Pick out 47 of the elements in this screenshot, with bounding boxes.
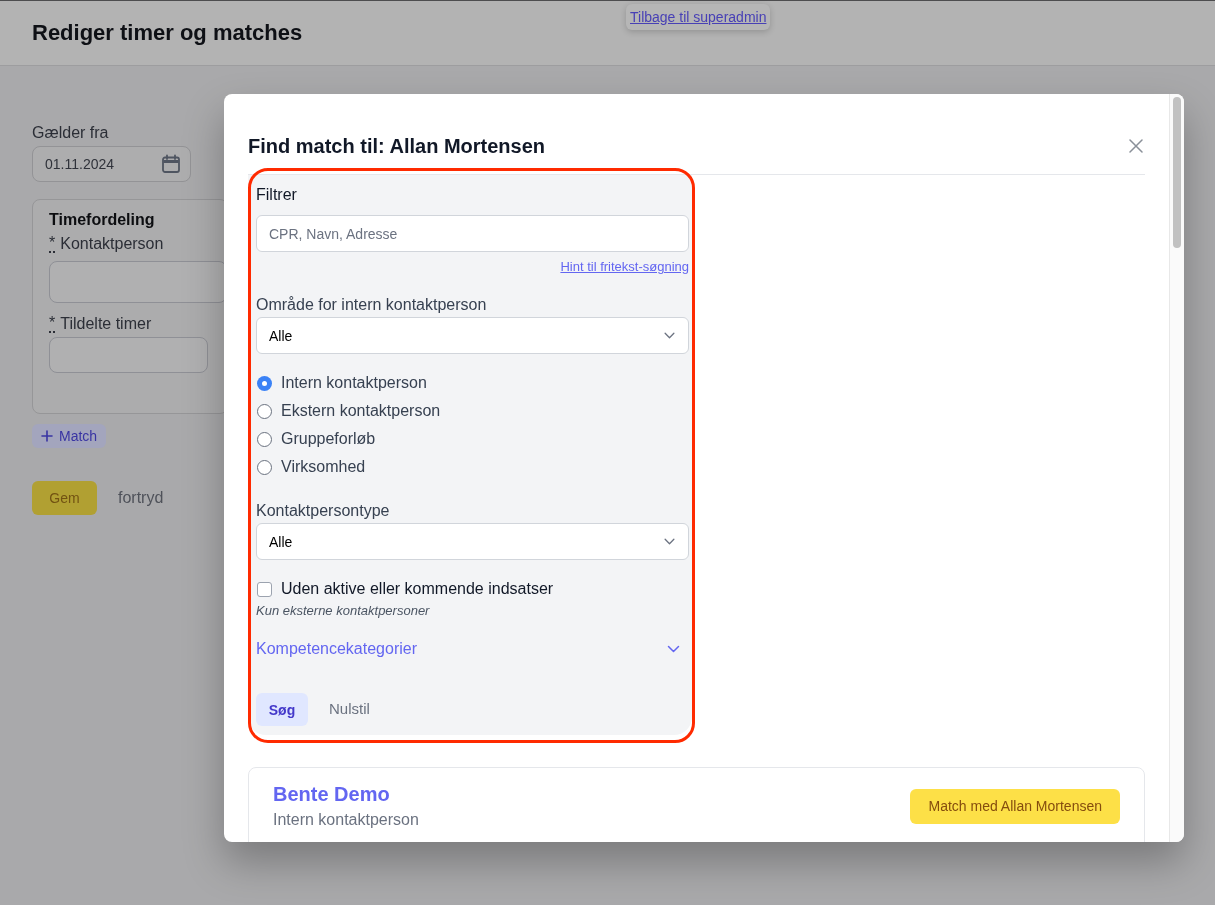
radio-label: Ekstern kontaktperson — [281, 401, 441, 421]
radio-button[interactable] — [257, 431, 272, 447]
dropdown-select[interactable]: Alle — [256, 317, 689, 354]
radio-label: Intern kontaktperson — [281, 373, 427, 393]
back-link[interactable]: Tilbage til superadmin — [626, 4, 771, 30]
accordion-toggle[interactable]: Kompetencekategorier — [256, 639, 689, 659]
search-button[interactable]: Søg — [256, 693, 308, 726]
help-text: Kun eksterne kontaktpersoner — [256, 603, 430, 619]
dialog-title: Find match til: Allan Mortensen — [248, 134, 546, 159]
dropdown-select[interactable]: Alle — [256, 523, 689, 560]
add-match-button[interactable]: Match — [32, 424, 107, 448]
chevron-down-icon — [664, 332, 675, 339]
field-label: Område for intern kontaktperson — [256, 295, 487, 315]
match-button[interactable]: Match med Allan Mortensen — [910, 788, 1120, 824]
radio-label: Gruppeforløb — [281, 429, 376, 449]
chevron-down-icon — [667, 645, 680, 653]
field-label: Tildelte timer — [60, 314, 152, 334]
radio-button[interactable] — [257, 375, 272, 391]
radio-label: Virksomhed — [281, 457, 366, 477]
result-name-link[interactable]: Bente Demo — [273, 780, 390, 808]
checkbox[interactable] — [257, 581, 272, 597]
contact-input[interactable] — [49, 261, 227, 303]
cancel-link[interactable]: fortryd — [118, 486, 164, 510]
required-mark: * — [49, 235, 56, 253]
close-icon — [1129, 139, 1143, 153]
calendar-icon — [161, 154, 181, 174]
field-label: Kontaktperson — [60, 234, 164, 254]
radio-button[interactable] — [257, 403, 272, 419]
section-heading: Filtrer — [256, 185, 297, 205]
search-field[interactable]: CPR, Navn, Adresse — [256, 215, 689, 252]
result-type: Intern kontaktperson — [273, 810, 419, 830]
hint-link[interactable]: Hint til fritekst-søgning — [560, 259, 689, 275]
hours-input[interactable] — [49, 337, 208, 373]
scrollbar-thumb[interactable] — [1173, 97, 1181, 248]
required-mark: * — [49, 315, 56, 333]
close-button[interactable] — [1128, 138, 1144, 154]
radio-button[interactable] — [257, 459, 272, 475]
page-title: Rediger timer og matches — [32, 19, 303, 47]
card-title: Timefordeling — [49, 210, 155, 230]
field-label: Gælder fra — [32, 123, 109, 143]
plus-icon — [41, 430, 53, 442]
chevron-down-icon — [664, 538, 675, 545]
field-label: Kontaktpersontype — [256, 501, 390, 521]
date-field[interactable]: 01.11.2024 — [32, 146, 191, 182]
checkbox-label: Uden aktive eller kommende indsatser — [281, 579, 554, 599]
save-button[interactable]: Gem — [32, 481, 97, 515]
reset-button[interactable]: Nulstil — [329, 698, 370, 721]
